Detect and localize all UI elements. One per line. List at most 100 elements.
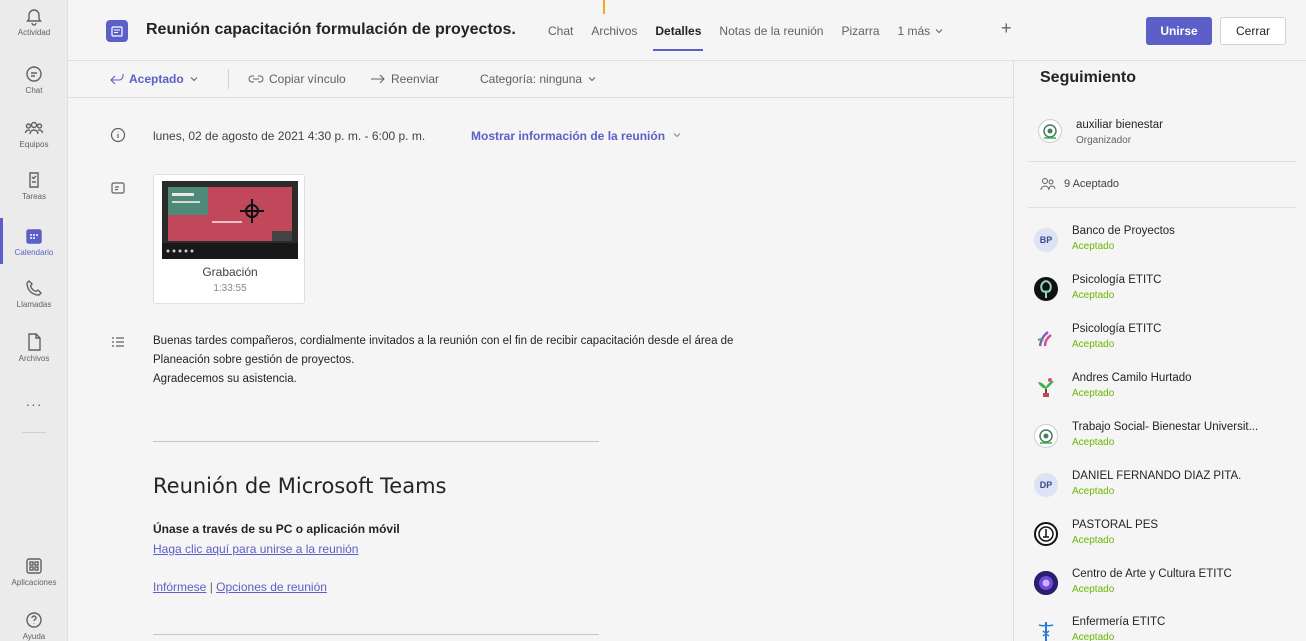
link-icon: [248, 75, 264, 83]
rail-label: Chat: [25, 86, 43, 95]
tab-files[interactable]: Archivos: [591, 24, 637, 38]
attendee-row[interactable]: Psicología ETITC Aceptado: [1034, 323, 1304, 363]
organizer-name: auxiliar bienestar: [1076, 119, 1163, 131]
attendee-name: Centro de Arte y Cultura ETITC: [1072, 568, 1232, 580]
attendee-row[interactable]: DP DANIEL FERNANDO DIAZ PITA. Aceptado: [1034, 470, 1304, 510]
rail-label: Equipos: [19, 140, 49, 149]
attendee-row[interactable]: PASTORAL PES Aceptado: [1034, 519, 1304, 559]
meeting-details: lunes, 02 de agosto de 2021 4:30 p. m. -…: [68, 98, 1013, 641]
attendee-name: DANIEL FERNANDO DIAZ PITA.: [1072, 470, 1242, 482]
organizer-avatar: [1038, 119, 1062, 143]
attendee-name: Andres Camilo Hurtado: [1072, 372, 1192, 384]
attendee-name: Enfermería ETITC: [1072, 616, 1166, 628]
attendee-name: Trabajo Social- Bienestar Universit...: [1072, 421, 1259, 433]
attendee-row[interactable]: BP Banco de Proyectos Aceptado: [1034, 225, 1304, 265]
rail-divider: [22, 432, 46, 433]
show-meeting-info-link[interactable]: Mostrar información de la reunión: [471, 129, 682, 143]
phone-icon: [26, 280, 42, 296]
rail-item-calendar[interactable]: Calendario: [0, 226, 68, 276]
panel-divider: [1028, 161, 1296, 162]
meeting-calendar-icon: [106, 20, 128, 42]
people-icon: [1040, 178, 1056, 191]
forward-label: Reenviar: [391, 72, 440, 86]
meeting-links: Infórmese | Opciones de reunión: [153, 580, 327, 594]
tab-more-label: 1 más: [897, 24, 931, 38]
description-line: Planeación sobre gestión de proyectos.: [153, 354, 355, 366]
rail-item-tasks[interactable]: Tareas: [0, 170, 68, 220]
avatar: DP: [1034, 473, 1058, 497]
accepted-count: 9 Aceptado: [1040, 177, 1119, 191]
file-icon: [28, 333, 41, 351]
attendee-name: PASTORAL PES: [1072, 519, 1159, 531]
tracking-panel: Seguimiento auxiliar bienestar Organizad…: [1013, 61, 1306, 641]
avatar: [1034, 326, 1058, 350]
avatar: BP: [1034, 228, 1058, 252]
content-divider: [153, 441, 599, 442]
rail-item-apps[interactable]: Aplicaciones: [0, 556, 68, 606]
recording-thumbnail: [162, 181, 298, 259]
category-dropdown[interactable]: Categoría: ninguna: [480, 72, 597, 86]
join-button[interactable]: Unirse: [1146, 17, 1212, 45]
attendee-status: Aceptado: [1072, 437, 1115, 448]
meeting-tabs: Chat Archivos Detalles Notas de la reuni…: [548, 24, 962, 51]
apps-icon: [26, 558, 42, 574]
join-instructions: Únase a través de su PC o aplicación móv…: [153, 522, 400, 536]
add-tab-icon[interactable]: +: [1001, 18, 1012, 39]
recording-card[interactable]: Grabación 1:33:55: [153, 174, 305, 304]
app-rail: Actividad Chat Equipos Tareas Calendario…: [0, 0, 68, 641]
recording-title: Grabación: [202, 265, 258, 279]
attendee-row[interactable]: Centro de Arte y Cultura ETITC Aceptado: [1034, 568, 1304, 608]
description-line: Agradecemos su asistencia.: [153, 373, 297, 385]
rail-item-activity[interactable]: Actividad: [0, 6, 68, 56]
reply-icon: [110, 74, 124, 85]
rail-item-calls[interactable]: Llamadas: [0, 278, 68, 328]
attendee-status: Aceptado: [1072, 339, 1115, 350]
rail-item-files[interactable]: Archivos: [0, 332, 68, 382]
rsvp-label: Aceptado: [129, 72, 184, 86]
organizer-role: Organizador: [1076, 135, 1132, 146]
rsvp-dropdown[interactable]: Aceptado: [110, 72, 199, 86]
show-info-label: Mostrar información de la reunión: [471, 129, 666, 143]
attendee-status: Aceptado: [1072, 290, 1115, 301]
attendee-row[interactable]: Andres Camilo Hurtado Aceptado: [1034, 372, 1304, 412]
avatar: [1034, 424, 1058, 448]
tab-meeting-notes[interactable]: Notas de la reunión: [719, 24, 823, 38]
meeting-date: lunes, 02 de agosto de 2021 4:30 p. m. -…: [153, 129, 426, 143]
forward-button[interactable]: Reenviar: [370, 72, 439, 86]
recording-duration: 1:33:55: [213, 283, 247, 294]
attendee-row[interactable]: Enfermería ETITC Aceptado: [1034, 616, 1304, 641]
attendee-row[interactable]: Trabajo Social- Bienestar Universit... A…: [1034, 421, 1304, 461]
meeting-options-link[interactable]: Opciones de reunión: [216, 580, 327, 594]
arrow-right-icon: [371, 74, 385, 84]
rail-label: Actividad: [17, 28, 51, 37]
bell-icon: [26, 9, 42, 26]
tab-whiteboard[interactable]: Pizarra: [841, 24, 879, 38]
help-icon: [26, 612, 42, 628]
tab-more[interactable]: 1 más: [898, 24, 945, 38]
rail-item-help[interactable]: Ayuda: [0, 610, 68, 641]
more-apps-icon[interactable]: ···: [0, 396, 68, 412]
attendee-row[interactable]: Psicología ETITC Aceptado: [1034, 274, 1304, 314]
join-meeting-link[interactable]: Haga clic aquí para unirse a la reunión: [153, 542, 358, 556]
description-icon: [110, 334, 126, 350]
rail-label: Tareas: [21, 192, 46, 201]
accepted-count-label: 9 Aceptado: [1064, 178, 1120, 190]
close-button[interactable]: Cerrar: [1220, 17, 1286, 45]
panel-divider: [1028, 207, 1296, 208]
chat-icon: [26, 66, 42, 82]
rail-item-chat[interactable]: Chat: [0, 64, 68, 114]
cursor-marker: [603, 0, 605, 14]
rail-item-teams[interactable]: Equipos: [0, 118, 68, 168]
tab-details[interactable]: Detalles: [653, 24, 704, 51]
meeting-header: Reunión capacitación formulación de proy…: [68, 0, 1306, 61]
tab-chat[interactable]: Chat: [548, 24, 573, 38]
attendee-status: Aceptado: [1072, 632, 1115, 641]
chevron-down-icon: [674, 133, 681, 138]
avatar: [1034, 571, 1058, 595]
teams-icon: [24, 121, 44, 135]
category-label: Categoría: ninguna: [480, 72, 583, 86]
copy-link-button[interactable]: Copiar vínculo: [248, 72, 346, 86]
learn-more-link[interactable]: Infórmese: [153, 580, 206, 594]
chevron-down-icon: [588, 77, 596, 82]
avatar: [1034, 619, 1058, 641]
